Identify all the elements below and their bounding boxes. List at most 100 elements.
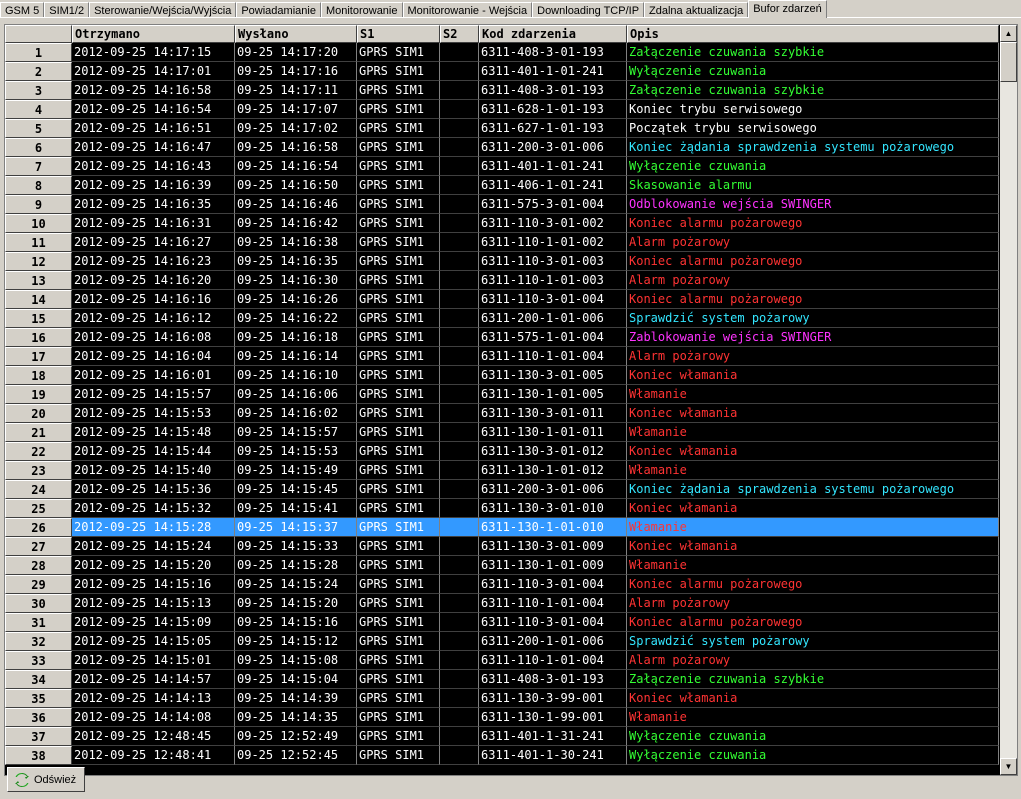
tab-2[interactable]: Sterowanie/Wejścia/Wyjścia xyxy=(89,2,237,18)
table-row[interactable]: 28 2012-09-25 14:15:20 09-25 14:15:28 GPRS … xyxy=(5,556,999,575)
table-row[interactable]: 29 2012-09-25 14:15:16 09-25 14:15:24 GPRS … xyxy=(5,575,999,594)
refresh-icon xyxy=(15,772,29,787)
tab-6[interactable]: Downloading TCP/IP xyxy=(532,2,645,18)
s1-cell: GPRS SIM1 xyxy=(357,290,440,309)
tab-8[interactable]: Bufor zdarzeń xyxy=(748,0,827,18)
scroll-thumb[interactable] xyxy=(1000,42,1017,82)
header-description[interactable]: Opis xyxy=(627,25,999,43)
tab-4[interactable]: Monitorowanie xyxy=(320,2,403,18)
sent-cell: 09-25 14:16:26 xyxy=(235,290,357,309)
table-row[interactable]: 37 2012-09-25 12:48:45 09-25 12:52:49 GPRS … xyxy=(5,727,999,746)
table-row[interactable]: 36 2012-09-25 14:14:08 09-25 14:14:35 GPRS … xyxy=(5,708,999,727)
s1-cell: GPRS SIM1 xyxy=(357,613,440,632)
table-row[interactable]: 14 2012-09-25 14:16:16 09-25 14:16:26 GPRS … xyxy=(5,290,999,309)
header-sent[interactable]: Wysłano xyxy=(235,25,357,43)
row-index: 6 xyxy=(5,138,72,157)
table-row[interactable]: 11 2012-09-25 14:16:27 09-25 14:16:38 GPRS … xyxy=(5,233,999,252)
header-s1[interactable]: S1 xyxy=(357,25,440,43)
tab-3[interactable]: Powiadamianie xyxy=(236,2,321,18)
event-code-cell: 6311-575-1-01-004 xyxy=(479,328,627,347)
table-row[interactable]: 19 2012-09-25 14:15:57 09-25 14:16:06 GPRS … xyxy=(5,385,999,404)
table-row[interactable]: 9 2012-09-25 14:16:35 09-25 14:16:46 GPRS S… xyxy=(5,195,999,214)
event-code-cell: 6311-200-3-01-006 xyxy=(479,138,627,157)
table-row[interactable]: 25 2012-09-25 14:15:32 09-25 14:15:41 GPRS … xyxy=(5,499,999,518)
sent-cell: 09-25 14:17:07 xyxy=(235,100,357,119)
event-code-cell: 6311-130-1-01-009 xyxy=(479,556,627,575)
tab-1[interactable]: SIM1/2 xyxy=(44,2,90,18)
s1-cell: GPRS SIM1 xyxy=(357,347,440,366)
tab-7[interactable]: Zdalna aktualizacja xyxy=(644,2,749,18)
row-index: 10 xyxy=(5,214,72,233)
table-row[interactable]: 17 2012-09-25 14:16:04 09-25 14:16:14 GPRS … xyxy=(5,347,999,366)
table-row[interactable]: 30 2012-09-25 14:15:13 09-25 14:15:20 GPRS … xyxy=(5,594,999,613)
header-event-code[interactable]: Kod zdarzenia xyxy=(479,25,627,43)
scroll-down-button[interactable]: ▼ xyxy=(1000,758,1017,775)
s2-cell xyxy=(440,689,479,708)
table-row[interactable]: 4 2012-09-25 14:16:54 09-25 14:17:07 GPRS S… xyxy=(5,100,999,119)
table-row[interactable]: 24 2012-09-25 14:15:36 09-25 14:15:45 GPRS … xyxy=(5,480,999,499)
table-row[interactable]: 38 2012-09-25 12:48:41 09-25 12:52:45 GPRS … xyxy=(5,746,999,765)
event-code-cell: 6311-130-3-01-005 xyxy=(479,366,627,385)
table-row[interactable]: 22 2012-09-25 14:15:44 09-25 14:15:53 GPRS … xyxy=(5,442,999,461)
table-row[interactable]: 23 2012-09-25 14:15:40 09-25 14:15:49 GPRS … xyxy=(5,461,999,480)
table-row[interactable]: 6 2012-09-25 14:16:47 09-25 14:16:58 GPRS S… xyxy=(5,138,999,157)
tab-5[interactable]: Monitorowanie - Wejścia xyxy=(402,2,533,18)
refresh-button[interactable]: Odśwież xyxy=(7,767,85,792)
s1-cell: GPRS SIM1 xyxy=(357,651,440,670)
s2-cell xyxy=(440,271,479,290)
s1-cell: GPRS SIM1 xyxy=(357,404,440,423)
received-cell: 2012-09-25 14:15:01 xyxy=(72,651,235,670)
row-index: 27 xyxy=(5,537,72,556)
table-row[interactable]: 1 2012-09-25 14:17:15 09-25 14:17:20 GPRS S… xyxy=(5,43,999,62)
received-cell: 2012-09-25 14:16:54 xyxy=(72,100,235,119)
event-code-cell: 6311-401-1-31-241 xyxy=(479,727,627,746)
table-row[interactable]: 31 2012-09-25 14:15:09 09-25 14:15:16 GPRS … xyxy=(5,613,999,632)
header-received[interactable]: Otrzymano xyxy=(72,25,235,43)
description-cell: Koniec włamania xyxy=(627,442,999,461)
sent-cell: 09-25 14:15:28 xyxy=(235,556,357,575)
table-row[interactable]: 15 2012-09-25 14:16:12 09-25 14:16:22 GPRS … xyxy=(5,309,999,328)
table-row[interactable]: 32 2012-09-25 14:15:05 09-25 14:15:12 GPRS … xyxy=(5,632,999,651)
table-row[interactable]: 8 2012-09-25 14:16:39 09-25 14:16:50 GPRS S… xyxy=(5,176,999,195)
tab-0[interactable]: GSM 5 xyxy=(0,2,45,18)
table-row[interactable]: 13 2012-09-25 14:16:20 09-25 14:16:30 GPRS … xyxy=(5,271,999,290)
table-row[interactable]: 18 2012-09-25 14:16:01 09-25 14:16:10 GPRS … xyxy=(5,366,999,385)
vertical-scrollbar[interactable]: ▲ ▼ xyxy=(1000,25,1017,775)
received-cell: 2012-09-25 14:16:12 xyxy=(72,309,235,328)
up-arrow-icon: ▲ xyxy=(1004,29,1013,38)
table-row[interactable]: 21 2012-09-25 14:15:48 09-25 14:15:57 GPRS … xyxy=(5,423,999,442)
s2-cell xyxy=(440,195,479,214)
received-cell: 2012-09-25 14:16:01 xyxy=(72,366,235,385)
table-row[interactable]: 26 2012-09-25 14:15:28 09-25 14:15:37 GPRS … xyxy=(5,518,999,537)
table-row[interactable]: 16 2012-09-25 14:16:08 09-25 14:16:18 GPRS … xyxy=(5,328,999,347)
table-row[interactable]: 12 2012-09-25 14:16:23 09-25 14:16:35 GPRS … xyxy=(5,252,999,271)
received-cell: 2012-09-25 12:48:45 xyxy=(72,727,235,746)
row-index: 36 xyxy=(5,708,72,727)
row-index: 35 xyxy=(5,689,72,708)
table-row[interactable]: 33 2012-09-25 14:15:01 09-25 14:15:08 GPRS … xyxy=(5,651,999,670)
table-row[interactable]: 20 2012-09-25 14:15:53 09-25 14:16:02 GPRS … xyxy=(5,404,999,423)
received-cell: 2012-09-25 14:16:31 xyxy=(72,214,235,233)
scroll-up-button[interactable]: ▲ xyxy=(1000,25,1017,42)
table-row[interactable]: 27 2012-09-25 14:15:24 09-25 14:15:33 GPRS … xyxy=(5,537,999,556)
table-row[interactable]: 5 2012-09-25 14:16:51 09-25 14:17:02 GPRS S… xyxy=(5,119,999,138)
s2-cell xyxy=(440,214,479,233)
table-row[interactable]: 3 2012-09-25 14:16:58 09-25 14:17:11 GPRS S… xyxy=(5,81,999,100)
sent-cell: 09-25 14:16:30 xyxy=(235,271,357,290)
table-row[interactable]: 2 2012-09-25 14:17:01 09-25 14:17:16 GPRS S… xyxy=(5,62,999,81)
table-row[interactable]: 34 2012-09-25 14:14:57 09-25 14:15:04 GPRS … xyxy=(5,670,999,689)
s1-cell: GPRS SIM1 xyxy=(357,537,440,556)
table-row[interactable]: 10 2012-09-25 14:16:31 09-25 14:16:42 GPRS … xyxy=(5,214,999,233)
received-cell: 2012-09-25 14:14:13 xyxy=(72,689,235,708)
row-index: 14 xyxy=(5,290,72,309)
event-code-cell: 6311-408-3-01-193 xyxy=(479,81,627,100)
header-index[interactable] xyxy=(5,25,72,43)
table-row[interactable]: 35 2012-09-25 14:14:13 09-25 14:14:39 GPRS … xyxy=(5,689,999,708)
event-grid[interactable]: Otrzymano Wysłano S1 S2 Kod zdarzenia Op… xyxy=(4,24,1018,776)
s1-cell: GPRS SIM1 xyxy=(357,271,440,290)
header-s2[interactable]: S2 xyxy=(440,25,479,43)
received-cell: 2012-09-25 14:16:43 xyxy=(72,157,235,176)
table-row[interactable]: 7 2012-09-25 14:16:43 09-25 14:16:54 GPRS S… xyxy=(5,157,999,176)
s1-cell: GPRS SIM1 xyxy=(357,100,440,119)
sent-cell: 09-25 14:15:57 xyxy=(235,423,357,442)
